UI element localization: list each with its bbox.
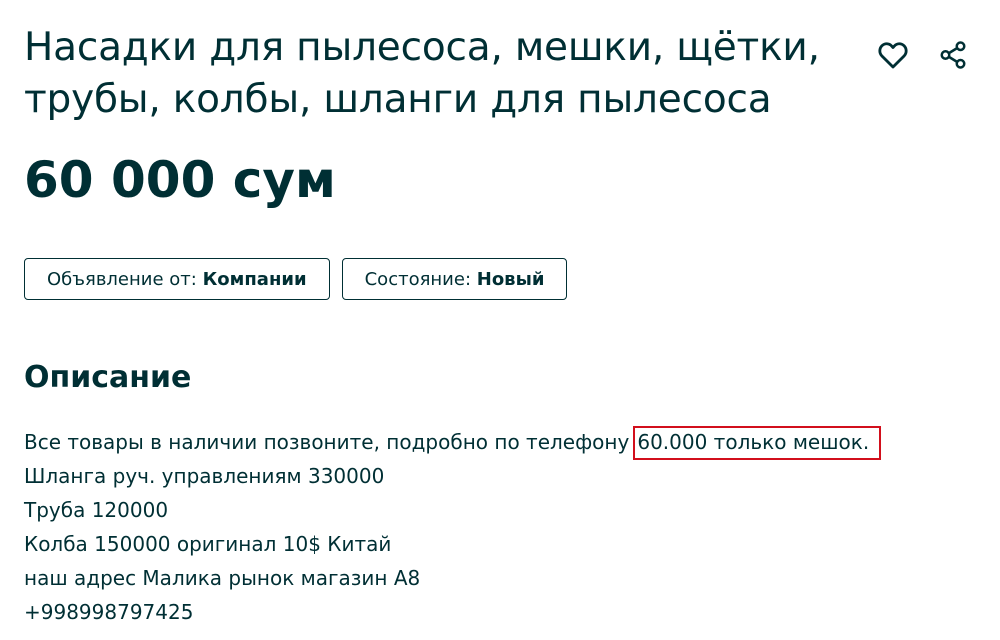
description-line: Колба 150000 оригинал 10$ Китай (24, 532, 392, 556)
description-line: Труба 120000 (24, 498, 169, 522)
description-line: Все товары в наличии позвоните, подробно… (24, 425, 882, 460)
share-icon (940, 41, 966, 69)
listing-actions (874, 36, 972, 74)
description-heading: Описание (24, 360, 192, 395)
listing-price: 60 000 сум (24, 151, 336, 209)
description-line: наш адрес Малика рынок магазин А8 (24, 566, 421, 590)
favorite-button[interactable] (874, 36, 912, 74)
listing-tags: Объявление от: Компании Состояние: Новый (24, 258, 568, 300)
tag-seller-type[interactable]: Объявление от: Компании (24, 258, 330, 300)
tag-condition-label: Состояние: (364, 268, 477, 290)
description-line: Шланга руч. управлениям 330000 (24, 464, 385, 488)
description-body: Все товары в наличии позвоните, подробно… (24, 425, 882, 629)
highlighted-price-note: 60.000 только мешок. (633, 426, 882, 460)
phone-number[interactable]: +998998797425 (24, 595, 881, 629)
listing-title: Насадки для пылесоса, мешки, щётки, труб… (24, 25, 820, 122)
tag-seller-type-value: Компании (202, 268, 307, 290)
heart-icon (878, 42, 908, 69)
description-line-text: Все товары в наличии позвоните, подробно… (24, 430, 630, 454)
share-button[interactable] (934, 36, 972, 74)
tag-seller-type-label: Объявление от: (47, 268, 203, 290)
tag-condition[interactable]: Состояние: Новый (341, 258, 568, 300)
tag-condition-value: Новый (476, 268, 545, 290)
